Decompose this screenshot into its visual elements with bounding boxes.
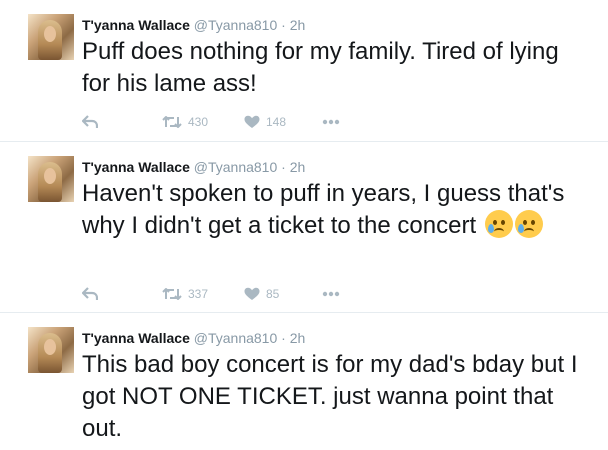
retweet-count: 337 (188, 287, 209, 301)
retweet-icon (162, 116, 182, 128)
avatar[interactable] (28, 327, 74, 373)
like-count: 85 (266, 287, 280, 301)
more-icon (322, 119, 340, 125)
tweet[interactable]: T'yanna Wallace @Tyanna810 · 2h This bad… (0, 312, 608, 450)
more-button[interactable] (322, 284, 340, 304)
heart-icon (244, 287, 260, 300)
like-button[interactable]: 85 (244, 284, 279, 304)
tweet-timestamp[interactable]: 2h (290, 17, 306, 33)
display-name[interactable]: T'yanna Wallace (82, 17, 190, 33)
tweet-actions: 430 148 (82, 112, 382, 132)
user-handle[interactable]: @Tyanna810 (194, 17, 278, 33)
retweet-button[interactable]: 337 (162, 284, 208, 304)
tweet-actions: 337 85 (82, 284, 382, 304)
separator-dot: · (281, 159, 286, 175)
display-name[interactable]: T'yanna Wallace (82, 159, 190, 175)
user-handle[interactable]: @Tyanna810 (194, 330, 278, 346)
tweet-text: Puff does nothing for my family. Tired o… (82, 38, 559, 97)
separator-dot: · (281, 17, 286, 33)
tweet-timestamp[interactable]: 2h (290, 159, 306, 175)
display-name[interactable]: T'yanna Wallace (82, 330, 190, 346)
like-count: 148 (266, 115, 287, 129)
more-icon (322, 291, 340, 297)
tweet-header: T'yanna Wallace @Tyanna810 · 2h (82, 329, 305, 347)
tweet-header: T'yanna Wallace @Tyanna810 · 2h (82, 16, 305, 34)
reply-icon (82, 115, 98, 128)
user-handle[interactable]: @Tyanna810 (194, 159, 278, 175)
tweet[interactable]: T'yanna Wallace @Tyanna810 · 2h Haven't … (0, 141, 608, 313)
more-button[interactable] (322, 112, 340, 132)
tweet-text: Haven't spoken to puff in years, I guess… (82, 178, 582, 242)
retweet-button[interactable]: 430 (162, 112, 208, 132)
reply-button[interactable] (82, 284, 98, 304)
retweet-icon (162, 288, 182, 300)
sad-but-relieved-face-icon (484, 210, 513, 238)
avatar[interactable] (28, 156, 74, 202)
avatar[interactable] (28, 14, 74, 60)
tweet[interactable]: T'yanna Wallace @Tyanna810 · 2h Puff doe… (0, 0, 608, 141)
reply-icon (82, 287, 98, 300)
tweet-timestamp[interactable]: 2h (290, 330, 306, 346)
tweet-timeline: T'yanna Wallace @Tyanna810 · 2h Puff doe… (0, 0, 608, 449)
tweet-text: This bad boy concert is for my dad's bda… (82, 351, 578, 442)
separator-dot: · (281, 330, 286, 346)
heart-icon (244, 115, 260, 128)
sad-but-relieved-face-icon (514, 210, 543, 238)
like-button[interactable]: 148 (244, 112, 286, 132)
reply-button[interactable] (82, 112, 98, 132)
tweet-header: T'yanna Wallace @Tyanna810 · 2h (82, 158, 305, 176)
retweet-count: 430 (188, 115, 209, 129)
